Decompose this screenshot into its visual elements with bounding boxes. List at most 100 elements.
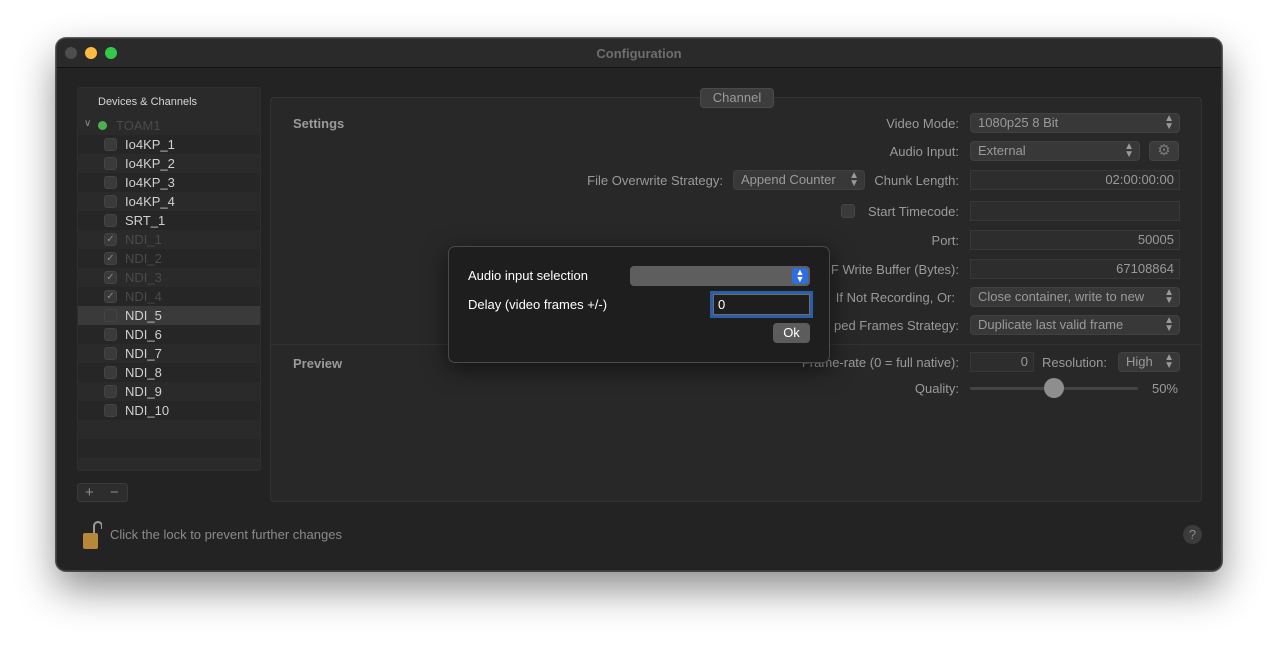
audio-selection-popup[interactable]: ▲ ▼ <box>630 266 810 286</box>
not-recording-popup[interactable]: Close container, write to new ▲ ▼ <box>970 287 1180 307</box>
dropped-frames-label: ped Frames Strategy: <box>834 318 959 333</box>
channel-checkbox[interactable]: ✓ <box>104 290 117 303</box>
remove-channel-button[interactable]: − <box>110 484 119 501</box>
channel-checkbox[interactable]: ✓ <box>104 271 117 284</box>
sidebar-item-ndi_3[interactable]: ✓ NDI_3 <box>78 268 260 287</box>
audio-input-dialog: Audio input selection ▲ ▼ Delay (video fr… <box>448 246 830 363</box>
dropped-frames-popup[interactable]: Duplicate last valid frame ▲ ▼ <box>970 315 1180 335</box>
channel-checkbox[interactable] <box>104 385 117 398</box>
empty-row <box>78 439 260 458</box>
tab-channel[interactable]: Channel <box>700 88 774 108</box>
chevron-down-icon[interactable]: ∨ <box>84 118 91 129</box>
sidebar-item-io4kp_2[interactable]: Io4KP_2 <box>78 154 260 173</box>
audio-settings-button[interactable]: ⚙ <box>1149 141 1179 161</box>
port-field[interactable]: 50005 <box>970 230 1180 250</box>
delay-label: Delay (video frames +/-) <box>468 297 608 312</box>
start-timecode-checkbox[interactable] <box>841 204 855 218</box>
sidebar-item-ndi_5[interactable]: NDI_5 <box>78 306 260 325</box>
chevron-updown-icon: ▲ ▼ <box>1164 352 1174 371</box>
sidebar-item-label: Io4KP_1 <box>125 137 175 152</box>
channel-checkbox[interactable] <box>104 309 117 322</box>
sidebar-item-label: NDI_4 <box>125 289 162 304</box>
sidebar-item-label: NDI_5 <box>125 308 162 323</box>
chevron-updown-icon: ▲ ▼ <box>1164 113 1174 132</box>
empty-row <box>78 420 260 439</box>
sidebar-item-ndi_7[interactable]: NDI_7 <box>78 344 260 363</box>
sidebar-item-io4kp_3[interactable]: Io4KP_3 <box>78 173 260 192</box>
ok-button[interactable]: Ok <box>773 323 810 343</box>
chevron-updown-icon: ▲ ▼ <box>792 268 808 284</box>
channel-checkbox[interactable] <box>104 195 117 208</box>
channel-checkbox[interactable] <box>104 176 117 189</box>
status-dot-icon <box>98 121 107 130</box>
overwrite-strategy-label: File Overwrite Strategy: <box>587 173 723 188</box>
port-label: Port: <box>931 233 959 248</box>
sidebar-item-ndi_2[interactable]: ✓ NDI_2 <box>78 249 260 268</box>
channel-checkbox[interactable] <box>104 404 117 417</box>
not-recording-label: If Not Recording, Or: <box>835 290 955 305</box>
channel-checkbox[interactable] <box>104 157 117 170</box>
channel-checkbox[interactable] <box>104 347 117 360</box>
resolution-label: Resolution: <box>1041 355 1107 370</box>
sidebar-item-io4kp_1[interactable]: Io4KP_1 <box>78 135 260 154</box>
delay-input[interactable] <box>713 294 810 315</box>
chevron-updown-icon: ▲ ▼ <box>1164 287 1174 306</box>
channel-checkbox[interactable] <box>104 366 117 379</box>
chevron-updown-icon: ▲ ▼ <box>1164 315 1174 334</box>
chevron-updown-icon: ▲ ▼ <box>1124 141 1134 160</box>
sidebar-item-ndi_10[interactable]: NDI_10 <box>78 401 260 420</box>
sidebar-item-label: NDI_8 <box>125 365 162 380</box>
resolution-popup[interactable]: High ▲ ▼ <box>1118 352 1180 372</box>
quality-slider-knob[interactable] <box>1044 378 1064 398</box>
sidebar-item-ndi_6[interactable]: NDI_6 <box>78 325 260 344</box>
sidebar-item-label: NDI_1 <box>125 232 162 247</box>
audio-selection-label: Audio input selection <box>468 268 588 283</box>
chevron-updown-icon: ▲ ▼ <box>849 170 859 189</box>
sidebar-item-label: Io4KP_3 <box>125 175 175 190</box>
sidebar-item-label: SRT_1 <box>125 213 166 228</box>
write-buffer-label: F Write Buffer (Bytes): <box>830 262 959 277</box>
start-timecode-field[interactable] <box>970 201 1180 221</box>
sidebar-item-label: NDI_6 <box>125 327 162 342</box>
sidebar-item-label: NDI_2 <box>125 251 162 266</box>
quality-label: Quality: <box>914 381 959 396</box>
unlocked-padlock-icon[interactable] <box>82 520 102 550</box>
sidebar-item-label: Io4KP_4 <box>125 194 175 209</box>
chunk-length-label: Chunk Length: <box>874 173 959 188</box>
device-group-row[interactable]: ∨ TOAM1 <box>78 116 260 135</box>
start-timecode-label: Start Timecode: <box>867 204 959 219</box>
channel-checkbox[interactable]: ✓ <box>104 252 117 265</box>
sidebar-item-io4kp_4[interactable]: Io4KP_4 <box>78 192 260 211</box>
sidebar-item-ndi_4[interactable]: ✓ NDI_4 <box>78 287 260 306</box>
channel-checkbox[interactable]: ✓ <box>104 233 117 246</box>
write-buffer-field[interactable]: 67108864 <box>970 259 1180 279</box>
channel-checkbox[interactable] <box>104 214 117 227</box>
chunk-length-field[interactable]: 02:00:00:00 <box>970 170 1180 190</box>
preview-framerate-field[interactable]: 0 <box>970 352 1034 372</box>
sidebar-item-label: Io4KP_2 <box>125 156 175 171</box>
add-channel-button[interactable]: + <box>85 484 94 501</box>
overwrite-strategy-popup[interactable]: Append Counter ▲ ▼ <box>733 170 865 190</box>
sidebar-item-ndi_1[interactable]: ✓ NDI_1 <box>78 230 260 249</box>
sidebar-item-ndi_8[interactable]: NDI_8 <box>78 363 260 382</box>
gear-icon: ⚙ <box>1157 142 1171 159</box>
channel-checkbox[interactable] <box>104 138 117 151</box>
settings-section-title: Settings <box>293 116 345 131</box>
empty-row <box>78 458 260 470</box>
devices-channels-list: Devices & Channels ∨ TOAM1 Io4KP_1 Io4KP_… <box>77 87 261 471</box>
sidebar-item-ndi_9[interactable]: NDI_9 <box>78 382 260 401</box>
audio-input-label: Audio Input: <box>889 144 959 159</box>
channel-checkbox[interactable] <box>104 328 117 341</box>
help-button[interactable]: ? <box>1183 525 1202 544</box>
sidebar-item-label: NDI_3 <box>125 270 162 285</box>
device-group-name: TOAM1 <box>116 118 161 133</box>
sidebar-add-remove: + − <box>77 483 128 502</box>
audio-input-popup[interactable]: External ▲ ▼ <box>970 141 1140 161</box>
lock-hint-text: Click the lock to prevent further change… <box>110 527 342 542</box>
video-mode-popup[interactable]: 1080p25 8 Bit ▲ ▼ <box>970 113 1180 133</box>
title-bar: Configuration <box>57 39 1221 68</box>
window-title: Configuration <box>596 46 682 61</box>
video-mode-label: Video Mode: <box>886 116 959 131</box>
sidebar-item-srt_1[interactable]: SRT_1 <box>78 211 260 230</box>
sidebar-item-label: NDI_10 <box>125 403 170 418</box>
